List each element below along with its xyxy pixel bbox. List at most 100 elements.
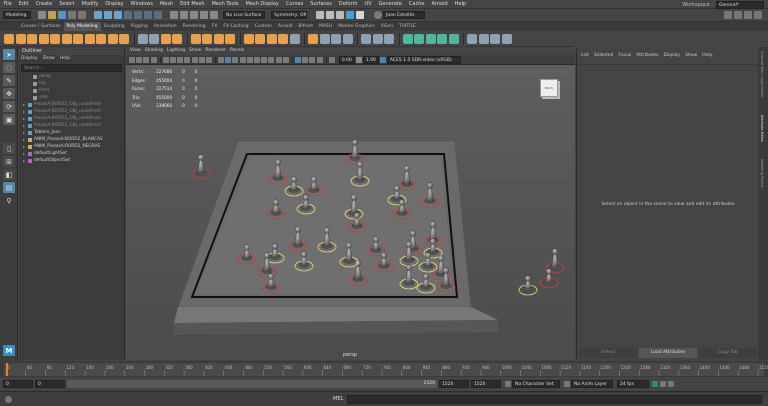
depth-of-field-icon[interactable] bbox=[282, 56, 289, 63]
toggle-attribute-editor-icon[interactable] bbox=[734, 11, 742, 19]
poly-torus-icon[interactable] bbox=[50, 33, 60, 44]
bookmarks-icon[interactable] bbox=[143, 56, 150, 63]
menu-uv[interactable]: UV bbox=[361, 0, 375, 9]
menu-surfaces[interactable]: Surfaces bbox=[307, 0, 336, 9]
outliner-search-input[interactable]: Search... bbox=[21, 64, 122, 72]
open-scene-icon[interactable] bbox=[48, 11, 56, 19]
boolean-intersection-icon[interactable] bbox=[213, 33, 224, 44]
playhead[interactable] bbox=[6, 363, 8, 376]
snap-point-icon[interactable] bbox=[190, 11, 198, 19]
menu-select[interactable]: Select bbox=[56, 0, 78, 9]
safe-action-icon[interactable] bbox=[198, 56, 205, 63]
copy-tab-button[interactable]: Copy Tab bbox=[698, 348, 758, 358]
outliner-item[interactable]: ▸ PiezasA:BORD2_OBJ_undefined bbox=[19, 115, 124, 122]
outliner-item[interactable]: persp bbox=[19, 73, 124, 80]
super-shape-icon[interactable] bbox=[96, 33, 106, 44]
quad-draw-icon[interactable] bbox=[342, 33, 353, 44]
select-object-icon[interactable] bbox=[104, 11, 112, 19]
outliner-item[interactable]: ▸ PiezasA:BORD2_OBJ_undefined bbox=[19, 122, 124, 129]
default-material-icon[interactable] bbox=[232, 56, 239, 63]
render-settings-icon[interactable] bbox=[336, 11, 344, 19]
playback-end-field[interactable]: 1520 bbox=[439, 380, 469, 388]
single-perspective-layout-icon[interactable]: ▯ bbox=[3, 143, 15, 154]
select-button[interactable]: Select bbox=[579, 348, 638, 358]
motion-blur-icon[interactable] bbox=[268, 56, 275, 63]
scene-end-field[interactable]: 1520 bbox=[471, 380, 501, 388]
camera-attributes-icon[interactable] bbox=[136, 56, 143, 63]
isolate-select-icon[interactable] bbox=[294, 56, 301, 63]
workspace-dropdown[interactable]: General* bbox=[716, 0, 764, 9]
shelf-tab-poly-modeling[interactable]: Poly Modeling bbox=[63, 22, 101, 31]
outliner-menu-display[interactable]: Display bbox=[21, 55, 38, 63]
live-surface-dropdown[interactable]: No Live Surface bbox=[223, 11, 265, 19]
snap-surface-icon[interactable] bbox=[210, 11, 218, 19]
planar-icon[interactable] bbox=[414, 33, 424, 44]
poly-disc-icon[interactable] bbox=[73, 33, 83, 44]
bridge-icon[interactable] bbox=[243, 33, 254, 44]
select-component-icon[interactable] bbox=[114, 11, 122, 19]
ipr-render-icon[interactable] bbox=[326, 11, 334, 19]
shelf-tab-animation[interactable]: Animation bbox=[151, 22, 180, 31]
resolution-gate-icon[interactable] bbox=[177, 56, 184, 63]
shelf-tab-motion-graphics[interactable]: Motion Graphics bbox=[335, 22, 378, 31]
mirror-icon[interactable] bbox=[225, 33, 235, 44]
shelf-tab-curves-surfaces[interactable]: Curves / Surfaces bbox=[18, 22, 64, 31]
lasso-tool-icon[interactable]: ◌ bbox=[3, 62, 15, 73]
help-icon[interactable] bbox=[5, 395, 12, 403]
scene-start-field[interactable]: 0 bbox=[3, 380, 33, 388]
snap-view-icon[interactable] bbox=[200, 11, 208, 19]
ambient-occlusion-icon[interactable] bbox=[261, 56, 268, 63]
soft-select-icon[interactable] bbox=[467, 33, 477, 44]
colorspace-dropdown[interactable]: ACES 1.0 SDR-video (sRGB) bbox=[386, 55, 461, 64]
shelf-tab-rigging[interactable]: Rigging bbox=[128, 22, 151, 31]
load-attributes-button[interactable]: Load Attributes bbox=[638, 348, 698, 358]
scale-tool-icon[interactable]: ▣ bbox=[3, 114, 15, 125]
menu-edit[interactable]: Edit bbox=[15, 0, 32, 9]
exposure-field[interactable]: 0.00 bbox=[338, 55, 355, 64]
shelf-tab-arnold[interactable]: Arnold bbox=[275, 22, 296, 31]
select-camera-icon[interactable] bbox=[129, 56, 135, 63]
select-tool-icon[interactable]: ➤ bbox=[3, 49, 15, 60]
menu-mesh-display[interactable]: Mesh Display bbox=[242, 0, 282, 9]
shelf-tab-mash[interactable]: MASH bbox=[316, 22, 335, 31]
target-weld-icon[interactable] bbox=[319, 33, 330, 44]
spherical-icon[interactable] bbox=[437, 33, 447, 44]
extrude-icon[interactable] bbox=[255, 33, 265, 44]
menu-cache[interactable]: Cache bbox=[405, 0, 428, 9]
channel-box-tab[interactable]: Channel Box / Layer Editor bbox=[760, 51, 764, 111]
new-scene-icon[interactable] bbox=[38, 11, 46, 19]
attr-menu-help[interactable]: Help bbox=[702, 51, 712, 61]
svg-icon[interactable] bbox=[107, 33, 118, 44]
menu-create[interactable]: Create bbox=[32, 0, 56, 9]
character-set-dropdown[interactable]: No Character Set bbox=[512, 380, 560, 388]
mode-dropdown[interactable]: Modeling bbox=[3, 11, 31, 19]
mel-label[interactable]: MEL bbox=[333, 396, 343, 402]
snap-grid-icon[interactable] bbox=[170, 11, 178, 19]
redo-icon[interactable] bbox=[78, 11, 86, 19]
viewport-menu-shading[interactable]: Shading bbox=[145, 47, 163, 55]
automatic-icon[interactable] bbox=[448, 33, 459, 44]
attr-menu-attributes[interactable]: Attributes bbox=[636, 51, 658, 61]
attr-menu-display[interactable]: Display bbox=[663, 51, 680, 61]
shelf-tab-bifrost[interactable]: Bifrost bbox=[295, 22, 316, 31]
attr-menu-show[interactable]: Show bbox=[685, 51, 697, 61]
platonic-icon[interactable] bbox=[84, 33, 95, 44]
average-vertices-icon[interactable] bbox=[172, 33, 182, 44]
attr-menu-focus[interactable]: Focus bbox=[618, 51, 631, 61]
poly-cube-icon[interactable] bbox=[15, 33, 26, 44]
move-tool-icon[interactable]: ✥ bbox=[3, 88, 15, 99]
anim-layer-dropdown[interactable]: No Anim Layer bbox=[571, 380, 613, 388]
grid-icon[interactable] bbox=[162, 56, 169, 63]
undo-icon[interactable] bbox=[68, 11, 76, 19]
playback-start-field[interactable]: 0 bbox=[35, 380, 65, 388]
xray-components-icon[interactable] bbox=[316, 56, 323, 63]
anim-prefs-icon[interactable] bbox=[668, 381, 674, 387]
render-frame-icon[interactable] bbox=[316, 11, 324, 19]
loop-icon[interactable] bbox=[652, 381, 658, 387]
menu-file[interactable]: File bbox=[0, 0, 15, 9]
attr-menu-selected[interactable]: Selected bbox=[594, 51, 614, 61]
menu-modify[interactable]: Modify bbox=[78, 0, 102, 9]
shelf-tab-xgen[interactable]: XGen bbox=[378, 22, 396, 31]
menu-windows[interactable]: Windows bbox=[127, 0, 156, 9]
outliner-item[interactable]: ▸ PiezasA:BORD2_OBJ_undefined bbox=[19, 101, 124, 108]
